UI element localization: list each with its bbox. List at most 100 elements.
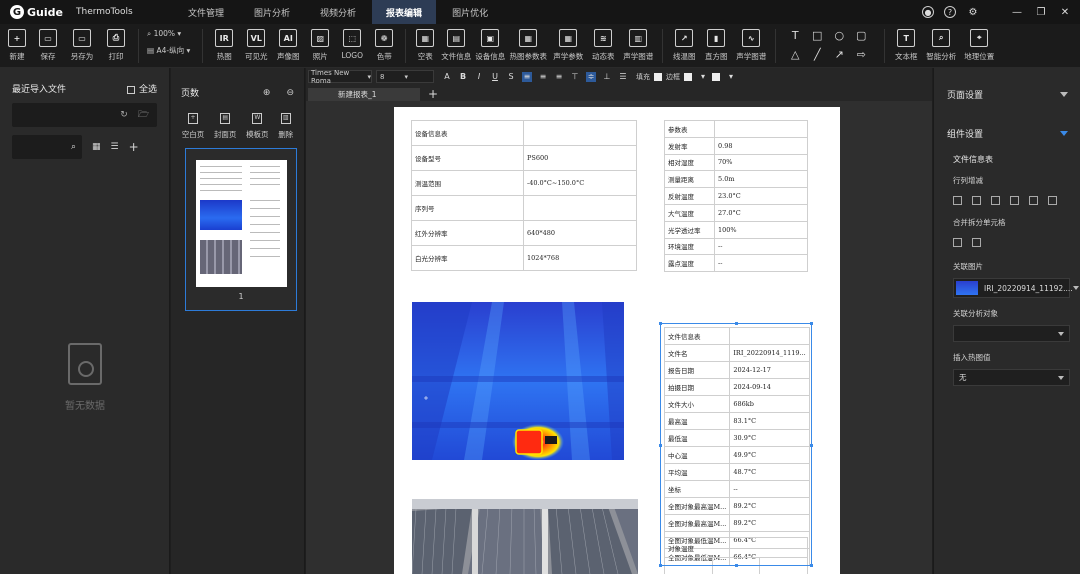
maximize-icon[interactable]: ❐ <box>1034 5 1048 19</box>
file-path-input[interactable]: ↻ 🗁 <box>12 103 157 127</box>
device-table-row[interactable]: 设备型号 PS600 <box>411 145 637 171</box>
user-icon[interactable]: ● <box>922 6 934 18</box>
param-table-key-cell[interactable]: 反射温度 <box>664 187 715 205</box>
file-table-value-cell[interactable]: 89.2°C <box>729 497 810 515</box>
device-table-row[interactable]: 红外分辨率 640*480 <box>411 220 637 246</box>
rectangle-icon[interactable]: □ <box>806 29 828 42</box>
thermal-image[interactable] <box>412 302 624 460</box>
blank-page-button[interactable]: + 空白页 <box>182 113 204 140</box>
param-table-key-cell[interactable]: 光学透过率 <box>664 220 715 239</box>
text-box-button[interactable]: T 文本框 <box>893 29 919 62</box>
linked-analysis-select[interactable] <box>953 325 1070 342</box>
insert-thermal-select[interactable]: 无 <box>953 369 1070 386</box>
file-table-key-cell[interactable]: 中心温 <box>663 446 731 464</box>
fill-checkbox[interactable] <box>654 72 662 81</box>
param-table-key-cell[interactable]: 露点温度 <box>664 254 715 273</box>
photo-button[interactable]: ▨ 照片 <box>307 29 333 62</box>
file-table-key-cell[interactable]: 最低温 <box>663 429 731 447</box>
file-table-key-cell[interactable]: 文件信息表 <box>663 327 731 345</box>
line-icon[interactable]: ╱ <box>806 48 828 61</box>
parameter-table[interactable]: 参数表 发射率 0.98 相对湿度 70% 测量距离 5.0m 反射温度 23.0°C 大气温度 2… <box>664 120 808 273</box>
file-table-row[interactable]: 最低温 30.9°C <box>663 429 810 447</box>
tab-video-analysis[interactable]: 视频分析 <box>306 0 370 24</box>
device-info-button[interactable]: ▣ 设备信息 <box>475 29 505 62</box>
visible-light-photo[interactable] <box>412 499 638 574</box>
param-table-value-cell[interactable]: -- <box>714 254 808 273</box>
param-table-row[interactable]: 测量距离 5.0m <box>664 170 808 189</box>
param-table-row[interactable]: 参数表 <box>664 120 808 138</box>
save-as-button[interactable]: ▭ 另存为 <box>68 29 96 62</box>
report-page[interactable]: 设备信息表 设备型号 PS600 测温范围 -40.0°C~150.0°C 序列号 红外分辨… <box>394 107 840 574</box>
param-table-key-cell[interactable]: 环境温度 <box>664 237 715 256</box>
file-table-value-cell[interactable]: -- <box>729 480 810 498</box>
logo-button[interactable]: ⬚ LOGO <box>339 29 365 60</box>
param-table-key-cell[interactable]: 发射率 <box>664 136 715 155</box>
param-table-key-cell[interactable]: 大气温度 <box>664 203 715 222</box>
add-icon[interactable]: + <box>129 140 139 154</box>
zoom-select[interactable]: ⌕ 100% ▾ <box>147 29 190 39</box>
geo-location-button[interactable]: ⌖ 地理位置 <box>963 29 995 62</box>
insert-row-above-icon[interactable] <box>953 196 962 205</box>
device-table-row[interactable]: 设备信息表 <box>411 120 637 146</box>
param-table-value-cell[interactable]: 27.0°C <box>714 203 808 222</box>
device-table-row[interactable]: 测温范围 -40.0°C~150.0°C <box>411 170 637 196</box>
align-left-icon[interactable]: ≡ <box>522 71 532 82</box>
device-table-key-cell[interactable]: 测温范围 <box>411 170 524 196</box>
file-table-value-cell[interactable]: 30.9°C <box>729 429 810 447</box>
circle-icon[interactable]: ○ <box>828 29 850 42</box>
file-table-row[interactable]: 最高温 83.1°C <box>663 412 810 430</box>
thermal-image-button[interactable]: IR 热图 <box>211 29 237 62</box>
split-cells-icon[interactable] <box>972 238 981 247</box>
file-table-row[interactable]: 全图对象最高温M... 89.2°C <box>663 497 810 515</box>
align-right-icon[interactable]: ≡ <box>554 72 564 82</box>
template-page-button[interactable]: W 模板页 <box>246 113 269 140</box>
file-table-row[interactable]: 中心温 49.9°C <box>663 446 810 464</box>
thermal-param-table-button[interactable]: ▦ 热图参数表 <box>510 29 547 62</box>
file-table-row[interactable]: 平均温 48.7°C <box>663 463 810 481</box>
file-table-value-cell[interactable]: 2024-09-14 <box>729 378 810 396</box>
close-icon[interactable]: ✕ <box>1058 5 1072 19</box>
param-table-value-cell[interactable]: 0.98 <box>714 136 808 155</box>
device-table-value-cell[interactable]: 640*480 <box>523 220 637 246</box>
device-info-table[interactable]: 设备信息表 设备型号 PS600 测温范围 -40.0°C~150.0°C 序列号 红外分辨… <box>411 120 637 271</box>
acoustic-param-button[interactable]: ▦ 声学参数 <box>552 29 584 62</box>
file-table-key-cell[interactable]: 全图对象最高温M... <box>663 514 731 532</box>
insert-column-right-icon[interactable] <box>1010 196 1019 205</box>
file-table-value-cell[interactable]: 83.1°C <box>729 412 810 430</box>
tab-file-management[interactable]: 文件管理 <box>174 0 238 24</box>
file-table-value-cell[interactable] <box>729 327 810 345</box>
param-table-row[interactable]: 发射率 0.98 <box>664 136 808 155</box>
device-table-key-cell[interactable]: 序列号 <box>411 195 524 221</box>
bold-icon[interactable]: B <box>458 72 468 82</box>
add-tab-icon[interactable]: + <box>428 88 438 101</box>
settings-gear-icon[interactable]: ⚙ <box>966 5 980 19</box>
param-table-key-cell[interactable]: 测量距离 <box>664 170 715 189</box>
file-info-table[interactable]: 文件信息表 文件名 IRI_20220914_1119... 报告日期 2024-12-… <box>663 327 810 566</box>
file-table-key-cell[interactable]: 文件名 <box>663 344 731 362</box>
device-table-value-cell[interactable]: -40.0°C~150.0°C <box>523 170 637 196</box>
acoustic-spectrum-button[interactable]: ▥ 声学图谱 <box>622 29 654 62</box>
acoustic-image-button[interactable]: AI 声像图 <box>275 29 301 62</box>
document-tab[interactable]: 新建报表_1 <box>308 88 420 101</box>
device-table-key-cell[interactable]: 设备型号 <box>411 145 524 171</box>
border-checkbox[interactable] <box>684 72 692 81</box>
line-temp-chart-button[interactable]: ↗ 线温图 <box>671 29 697 62</box>
right-arrow-icon[interactable]: ⇨ <box>850 48 872 61</box>
file-table-row[interactable]: 文件信息表 <box>663 327 810 345</box>
border-color-swatch[interactable] <box>712 72 720 81</box>
strike-icon[interactable]: S <box>506 72 516 82</box>
empty-table-button[interactable]: ▦ 空表 <box>414 29 436 62</box>
param-table-key-cell[interactable]: 参数表 <box>664 120 715 138</box>
cover-page-button[interactable]: ▤ 封面页 <box>214 113 236 140</box>
minimize-icon[interactable]: — <box>1010 5 1024 19</box>
underline-icon[interactable]: U <box>490 72 500 82</box>
param-table-value-cell[interactable]: -- <box>714 237 808 256</box>
new-button[interactable]: + 新建 <box>6 29 28 62</box>
zoom-out-icon[interactable]: ⊖ <box>286 88 294 98</box>
zoom-in-icon[interactable]: ⊕ <box>263 88 271 98</box>
file-table-value-cell[interactable]: 2024-12-17 <box>729 361 810 379</box>
file-table-row[interactable]: 文件名 IRI_20220914_1119... <box>663 344 810 362</box>
device-table-value-cell[interactable] <box>523 195 637 221</box>
delete-column-icon[interactable] <box>1048 196 1057 205</box>
refresh-icon[interactable]: ↻ <box>120 110 128 120</box>
